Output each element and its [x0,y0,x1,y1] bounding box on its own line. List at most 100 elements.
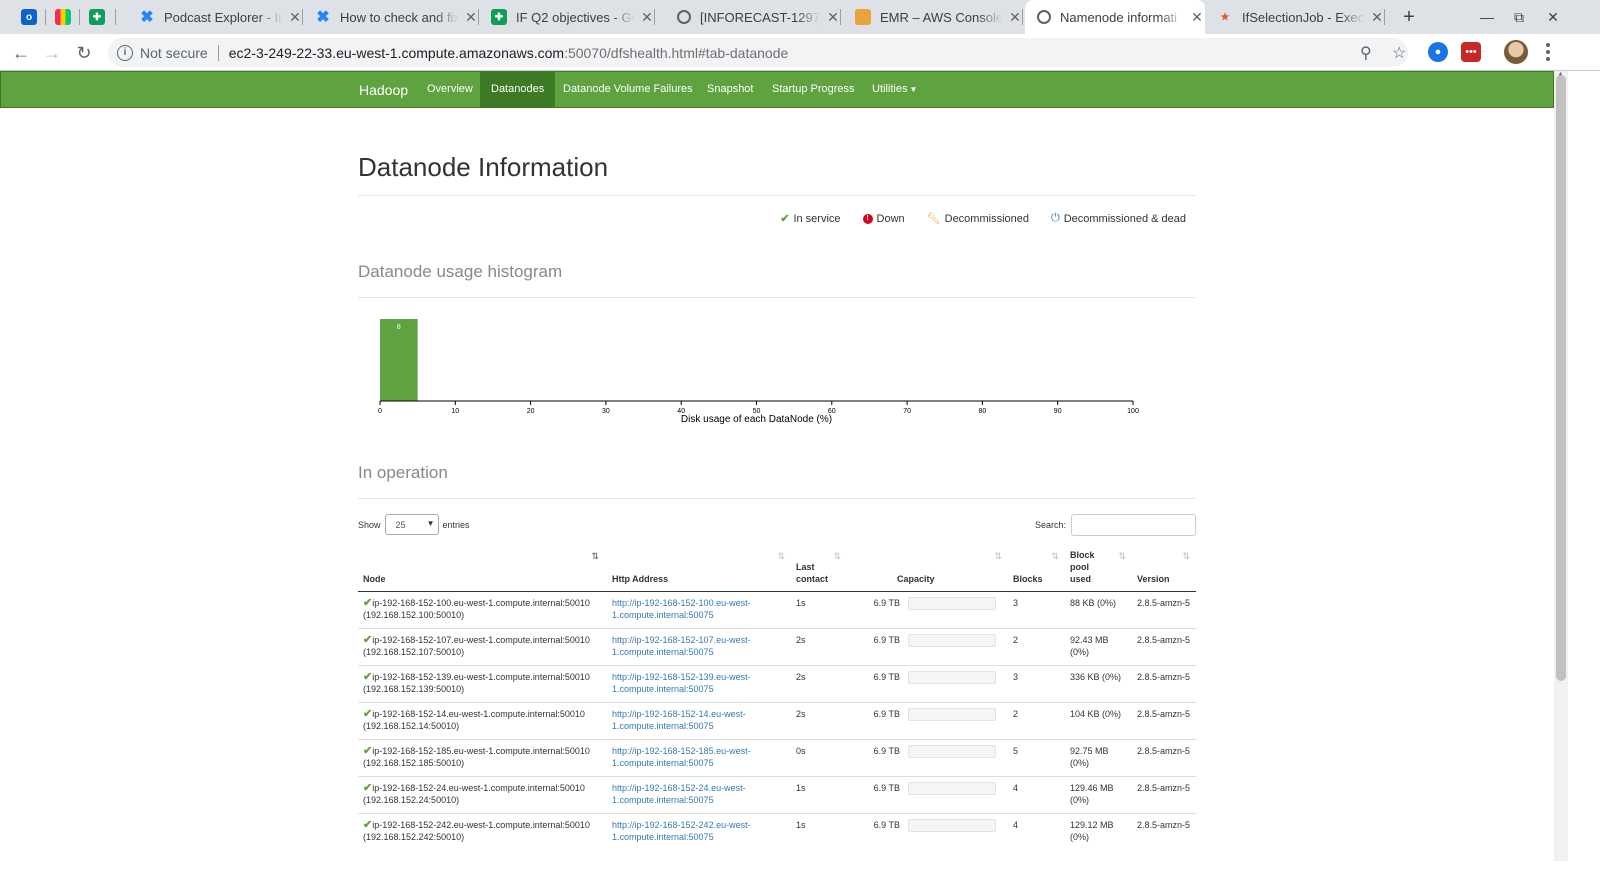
avatar[interactable] [1504,40,1528,64]
address-bar[interactable]: i Not secure ec2-3-249-22-33.eu-west-1.c… [108,38,1408,67]
zoom-icon[interactable]: ⚲ [1360,43,1372,63]
http-link[interactable]: http://ip-192-168-152-100.eu-west- 1.comp… [612,598,751,620]
scrollbar-thumb[interactable] [1556,75,1566,681]
browser-tab[interactable]: ✚ [80,0,116,34]
close-tab-icon[interactable]: ✕ [287,9,303,26]
node-ip: (192.168.152.185:50010) [363,758,465,768]
table-row: ✔ip-192-168-152-185.eu-west-1.compute.in… [358,739,1196,777]
col-http-address[interactable]: Http Address ⇅ [607,544,791,592]
browser-tab[interactable]: ★ IfSelectionJob - Exec ✕ [1205,0,1385,34]
col-block-pool-label: Block pool used [1070,550,1095,584]
close-tab-icon[interactable]: ✕ [639,9,655,26]
tab-title: How to check and fix [340,9,459,25]
back-icon[interactable]: ← [7,39,35,67]
node-ip: (192.168.152.242:50010) [363,832,465,842]
restore-icon[interactable]: ⧉ [1502,0,1536,34]
browser-tab[interactable]: Namenode informati ✕ [1025,0,1205,34]
nav-startup-progress[interactable]: Startup Progress [772,72,855,107]
node-cell: ✔ip-192-168-152-100.eu-west-1.compute.in… [358,591,607,629]
col-last-contact[interactable]: Last contact ⇅ [791,544,847,592]
lastpass-icon[interactable]: ••• [1461,42,1481,62]
in-service-icon: ✔ [363,708,373,720]
page-scrollbar[interactable]: ▲ [1554,71,1568,861]
close-tab-icon[interactable]: ✕ [1007,9,1023,26]
table-search: Search: [1035,514,1196,536]
col-version[interactable]: Version ⇅ [1132,544,1196,592]
nav-overview[interactable]: Overview [427,72,473,107]
node-cell: ✔ip-192-168-152-185.eu-west-1.compute.in… [358,739,607,777]
http-link-line1: http://ip-192-168-152-14.eu-west- [612,709,746,719]
block-pool-used-cell: 336 KB (0%) [1065,665,1132,703]
new-tab-icon[interactable]: + [1392,0,1426,34]
x-tick-label: 90 [1054,408,1062,415]
browser-tab[interactable]: ✖ How to check and fix ✕ [303,0,479,34]
info-icon[interactable]: i [117,44,133,61]
browser-tab[interactable]: EMR – AWS Console ✕ [843,0,1023,34]
tab-title: EMR – AWS Console [880,9,1003,25]
in-service-icon: ✔ [363,597,373,609]
col-capacity[interactable]: Capacity ⇅ [847,544,1008,592]
browser-tab[interactable]: o [12,0,46,34]
histogram-heading: Datanode usage histogram [358,262,563,281]
browser-tab[interactable] [46,0,80,34]
browser-tab[interactable]: ✚ IF Q2 objectives - Go ✕ [479,0,655,34]
nav-volume-failures[interactable]: Datanode Volume Failures [563,72,693,107]
in-operation-heading: In operation [358,463,448,482]
page-length-control: Show 25 ▼ entries [358,514,470,535]
node-cell: ✔ip-192-168-152-24.eu-west-1.compute.int… [358,776,607,814]
http-link[interactable]: http://ip-192-168-152-107.eu-west- 1.comp… [612,635,751,657]
x-tick-label: 80 [979,408,987,415]
http-link[interactable]: http://ip-192-168-152-185.eu-west- 1.comp… [612,746,751,768]
blocks-cell: 3 [1008,591,1065,629]
block-pool-used-cell: 88 KB (0%) [1065,591,1132,629]
menu-icon[interactable] [1538,40,1558,64]
nav-snapshot[interactable]: Snapshot [707,72,753,107]
browser-tab[interactable]: [INFORECAST-1297] A✕ [665,0,841,34]
col-block-pool-used[interactable]: Block pool used ⇅ [1065,544,1132,592]
x-tick-label: 70 [903,408,911,415]
minimize-icon[interactable]: — [1470,0,1504,34]
x-tick-label: 30 [602,408,610,415]
http-cell: http://ip-192-168-152-24.eu-west- 1.compu… [607,776,791,814]
close-tab-icon[interactable]: ✕ [825,9,841,26]
close-tab-icon[interactable]: ✕ [1369,9,1385,26]
search-input[interactable] [1071,514,1196,536]
browser-tab[interactable]: ✖ Podcast Explorer - Ir ✕ [127,0,303,34]
confluence-icon: ✖ [140,9,154,26]
in-operation-divider [358,498,1196,499]
table-row: ✔ip-192-168-152-24.eu-west-1.compute.int… [358,776,1196,814]
sort-icon: ⇅ [833,551,841,561]
forward-icon[interactable]: → [38,39,66,67]
nav-datanodes[interactable]: Datanodes [480,72,556,107]
http-link[interactable]: http://ip-192-168-152-24.eu-west- 1.compu… [612,783,746,805]
extension-icon[interactable]: ● [1428,42,1448,62]
http-cell: http://ip-192-168-152-242.eu-west- 1.comp… [607,813,791,851]
close-tab-icon[interactable]: ✕ [1189,9,1205,26]
sort-icon: ⇅ [1182,551,1190,561]
col-blocks[interactable]: Blocks ⇅ [1008,544,1065,592]
capacity-bar [908,597,996,610]
reload-icon[interactable]: ↻ [70,39,98,67]
http-link[interactable]: http://ip-192-168-152-14.eu-west- 1.compu… [612,709,746,731]
star-icon[interactable]: ☆ [1392,43,1406,63]
node-cell: ✔ip-192-168-152-139.eu-west-1.compute.in… [358,665,607,703]
col-node[interactable]: Node ⇅ [358,544,607,592]
brand-link[interactable]: Hadoop [359,82,408,98]
spark-icon: ★ [1220,11,1230,23]
http-cell: http://ip-192-168-152-100.eu-west- 1.comp… [607,591,791,629]
blocks-cell: 2 [1008,702,1065,740]
last-contact-cell: 0s [791,739,847,777]
http-cell: http://ip-192-168-152-185.eu-west- 1.comp… [607,739,791,777]
nav-utilities[interactable]: Utilities ▼ [872,72,917,107]
http-link-line1: http://ip-192-168-152-185.eu-west- [612,746,751,756]
col-http-label: Http Address [612,574,669,584]
http-link[interactable]: http://ip-192-168-152-242.eu-west- 1.comp… [612,820,751,842]
http-link[interactable]: http://ip-192-168-152-139.eu-west- 1.comp… [612,672,751,694]
capacity-cell: 6.9 TB [847,702,1008,740]
close-window-icon[interactable]: ✕ [1536,0,1570,34]
close-tab-icon[interactable]: ✕ [463,9,479,26]
sort-icon: ⇅ [994,551,1002,561]
sort-icon: ⇅ [777,551,785,561]
http-link-line2: 1.compute.internal:50075 [612,758,714,768]
legend-decommissioned-dead: ⏻ Decommissioned & dead [1051,212,1186,225]
